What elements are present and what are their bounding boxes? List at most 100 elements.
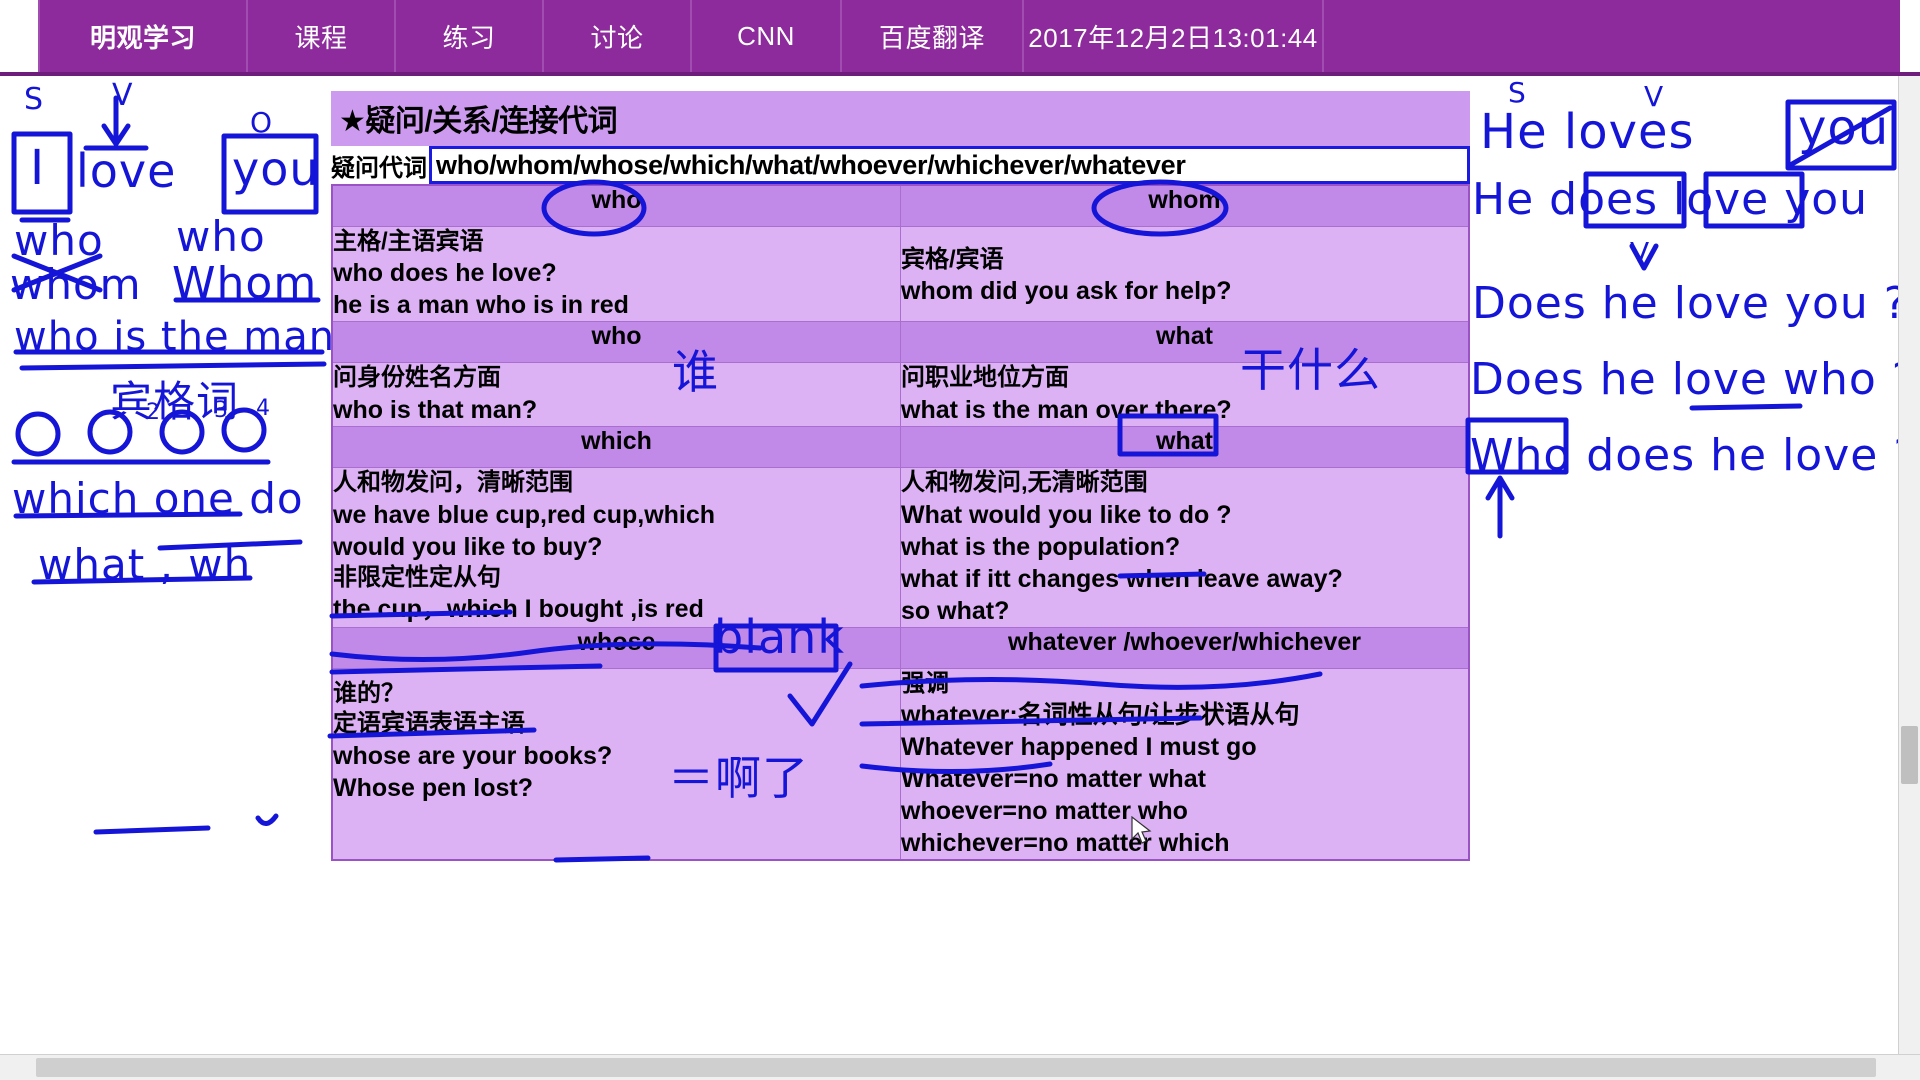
row-header-whom: whom (900, 184, 1470, 227)
nav-item-cnn[interactable]: CNN (692, 0, 842, 72)
cell-whom-body: 宾格/宾语 whom did you ask for help? (900, 225, 1470, 323)
cell-line: he is a man who is in red (333, 291, 629, 320)
subtitle-row: 疑问代词 who/whom/whose/which/what/whoever/w… (331, 146, 1470, 184)
cell-line: who is that man? (333, 395, 538, 424)
ink-left-0: S (24, 82, 45, 117)
cell-what-body: 人和物发问,无清晰范围 What would you like to do ? … (900, 466, 1470, 628)
nav-item-brand[interactable]: 明观学习 (38, 0, 248, 72)
table-row: whose whatever /whoever/whichever (331, 626, 1470, 669)
cell-line: 强调 (901, 669, 949, 697)
cell-line: whose are your books? (333, 742, 613, 771)
whiteboard-canvas[interactable]: ★疑问/关系/连接代词 疑问代词 who/whom/whose/which/wh… (0, 76, 1920, 1080)
cell-line: 主格/主语宾语 (333, 227, 484, 255)
cell-line: the cup，which I bought ,is red (333, 595, 704, 624)
table-row: who what (331, 321, 1470, 364)
cell-who-body: 主格/主语宾语 who does he love? he is a man wh… (331, 225, 901, 323)
cell-line: 问职业地位方面 (901, 364, 1069, 392)
subtitle-value-box: who/whom/whose/which/what/whoever/whiche… (429, 146, 1470, 184)
nav-item-discussion[interactable]: 讨论 (544, 0, 692, 72)
row-header-which: which (331, 425, 901, 468)
ink-right-4: He does love you (1472, 174, 1869, 225)
ink-left-2: O (250, 106, 274, 139)
cell-line: whatever:名词性从句/让步状语从句 (901, 701, 1300, 730)
nav-item-baidu-translate[interactable]: 百度翻译 (842, 0, 1024, 72)
cell-line: Whose pen lost? (333, 774, 533, 803)
cell-what-occupation-body: 问职业地位方面 what is the man over there? (900, 362, 1470, 427)
cell-whatever-body: 强调 whatever:名词性从句/让步状语从句 Whatever happen… (900, 667, 1470, 861)
row-header-what-occupation: what (900, 321, 1470, 364)
ink-left-15: which one do (12, 474, 304, 523)
cell-line: 谁的？ (333, 679, 405, 707)
ink-left-5: you (232, 142, 320, 196)
cell-line: 人和物发问,无清晰范围 (901, 468, 1148, 496)
nav-left-spacer (0, 0, 38, 72)
cell-whose-body: 谁的？ 定语宾语表语主语 whose are your books? Whose… (331, 667, 901, 861)
table-row: 谁的？ 定语宾语表语主语 whose are your books? Whose… (331, 667, 1470, 861)
cell-line: what if itt changes when leave away? (901, 564, 1343, 593)
ink-left-13: 3 (214, 398, 229, 423)
cell-line: would you like to buy? (333, 532, 603, 561)
ink-left-7: who (176, 212, 266, 261)
grammar-slide: ★疑问/关系/连接代词 疑问代词 who/whom/whose/which/wh… (331, 91, 1470, 862)
cell-which-body: 人和物发问，清晰范围 we have blue cup,red cup,whic… (331, 466, 901, 628)
nav-empty-area (1324, 0, 1900, 72)
table-row: 问身份姓名方面 who is that man? 问职业地位方面 what is… (331, 362, 1470, 427)
vertical-scrollbar[interactable] (1898, 76, 1920, 1080)
cell-line: 宾格/宾语 (901, 245, 1004, 273)
ink-left-8: whom (10, 260, 142, 309)
cell-who-identity-body: 问身份姓名方面 who is that man? (331, 362, 901, 427)
top-navigation-bar: 明观学习 课程 练习 讨论 CNN 百度翻译 2017年12月2日13:01:4… (0, 0, 1920, 76)
screen: 明观学习 课程 练习 讨论 CNN 百度翻译 2017年12月2日13:01:4… (0, 0, 1920, 1080)
nav-item-practice[interactable]: 练习 (396, 0, 544, 72)
cell-line: 非限定性定从句 (333, 563, 501, 591)
horizontal-scrollbar-thumb[interactable] (36, 1058, 1876, 1077)
row-header-whatever: whatever /whoever/whichever (900, 626, 1470, 669)
vertical-scrollbar-thumb[interactable] (1901, 726, 1918, 784)
table-row: 人和物发问，清晰范围 we have blue cup,red cup,whic… (331, 466, 1470, 628)
ink-left-6: who (14, 216, 104, 265)
cell-line: who does he love? (333, 259, 557, 288)
cell-line: whichever=no matter which (901, 829, 1230, 858)
ink-right-0: S (1508, 76, 1527, 109)
ink-right-7: Does he love who ? (1470, 354, 1917, 405)
cell-line: we have blue cup,red cup,which (333, 500, 716, 529)
table-row: 主格/主语宾语 who does he love? he is a man wh… (331, 225, 1470, 323)
cell-line: What would you like to do ? (901, 500, 1232, 529)
row-header-whose: whose (331, 626, 901, 669)
ink-left-4: love (76, 144, 177, 198)
nav-clock: 2017年12月2日13:01:44 (1024, 0, 1324, 72)
row-header-who-identity: who (331, 321, 901, 364)
pronoun-table: who whom 主格/主语宾语 who does he love? he is… (331, 184, 1470, 862)
ink-left-16: what , wh (38, 540, 252, 589)
ink-right-5: V (1630, 236, 1651, 269)
cell-line: Whatever happened I must go (901, 733, 1257, 762)
table-row: which what (331, 425, 1470, 468)
ink-left-14: 4 (256, 396, 271, 421)
cell-line: 问身份姓名方面 (333, 364, 501, 392)
mouse-cursor-icon (1131, 816, 1152, 844)
cell-line: what is the man over there? (901, 395, 1232, 424)
cell-line: Whatever=no matter what (901, 765, 1206, 794)
ink-left-11: 宾格词 (110, 377, 240, 426)
ink-right-3: you (1798, 100, 1890, 156)
slide-title: ★疑问/关系/连接代词 (331, 91, 1470, 146)
cell-line: what is the population? (901, 532, 1181, 561)
cell-line: 定语宾语表语主语 (333, 710, 525, 738)
row-header-who: who (331, 184, 901, 227)
ink-right-8: Who does he love ? (1470, 430, 1918, 481)
subtitle-label: 疑问代词 (331, 154, 427, 182)
cell-line: whom did you ask for help? (901, 277, 1232, 306)
ink-right-1: V (1644, 80, 1665, 113)
cell-line: 人和物发问，清晰范围 (333, 468, 573, 496)
ink-right-2: He loves (1480, 104, 1695, 160)
cell-line: whoever=no matter who (901, 797, 1188, 826)
ink-left-9: Whom (172, 258, 318, 309)
ink-left-12: 2 (146, 400, 161, 425)
table-row: who whom (331, 184, 1470, 227)
horizontal-scrollbar[interactable] (0, 1054, 1920, 1080)
ink-left-10: who is the man (14, 314, 336, 360)
row-header-what: what (900, 425, 1470, 468)
nav-item-courses[interactable]: 课程 (248, 0, 396, 72)
ink-left-1: V (112, 78, 134, 113)
nav-right-spacer (1900, 0, 1920, 72)
